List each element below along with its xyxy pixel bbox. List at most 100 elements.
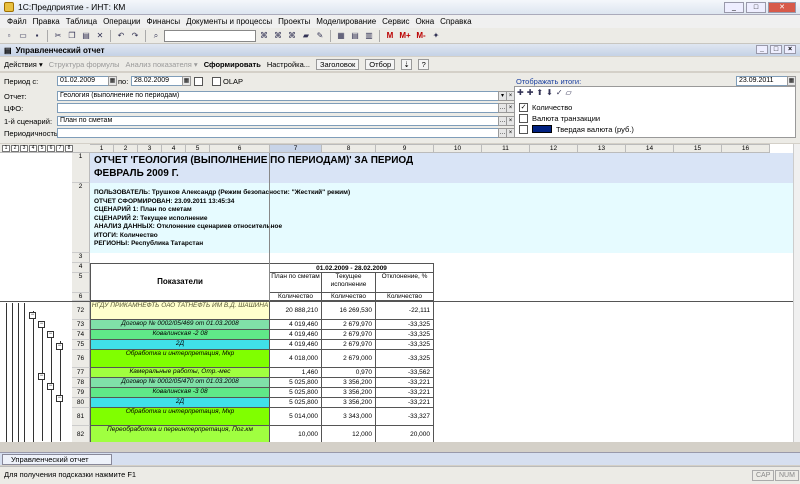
save-icon[interactable]: ▪ <box>31 30 43 42</box>
column-header[interactable]: 1 <box>90 144 114 153</box>
report-spreadsheet[interactable]: 12345678 1 2 3 4 5 6 7 8 9 10 11 12 13 14 15 16 − − − − − − −… <box>0 144 793 442</box>
column-header[interactable]: 13 <box>578 144 626 153</box>
group-level-button[interactable]: 8 <box>65 144 73 152</box>
maximize-button[interactable]: □ <box>746 2 766 13</box>
column-header[interactable]: 14 <box>626 144 674 153</box>
find-prev-icon[interactable]: ⌘ <box>286 30 298 42</box>
column-header[interactable]: 9 <box>376 144 434 153</box>
menu-item[interactable]: Файл <box>4 17 30 26</box>
column-header[interactable]: 10 <box>434 144 482 153</box>
column-header[interactable]: 6 <box>210 144 270 153</box>
olap-checkbox[interactable] <box>212 77 221 86</box>
select-button[interactable]: Отбор <box>365 58 396 70</box>
undo-icon[interactable]: ↶ <box>115 30 127 42</box>
column-header[interactable]: 2 <box>114 144 138 153</box>
group-level-button[interactable]: 4 <box>29 144 37 152</box>
copy-icon[interactable]: ❐ <box>66 30 78 42</box>
column-header[interactable]: 4 <box>162 144 186 153</box>
group-level-button[interactable]: 3 <box>20 144 28 152</box>
transaction-currency-checkbox[interactable] <box>519 113 528 123</box>
menu-item[interactable]: Документы и процессы <box>183 17 275 26</box>
collapse-toggle[interactable]: − <box>29 312 36 319</box>
collapse-toggle[interactable]: − <box>47 383 54 390</box>
column-header[interactable]: 3 <box>138 144 162 153</box>
minimize-button[interactable]: _ <box>724 2 744 13</box>
collapse-toggle[interactable]: − <box>56 395 63 402</box>
collapse-toggle[interactable]: − <box>38 373 45 380</box>
close-button[interactable]: ✕ <box>768 2 796 13</box>
menu-item[interactable]: Операции <box>100 17 143 26</box>
collapse-toggle[interactable]: − <box>56 343 63 350</box>
help-button[interactable]: ? <box>418 58 430 70</box>
settings-icon[interactable]: ✎ <box>314 30 326 42</box>
doc-minimize-button[interactable]: _ <box>756 45 768 54</box>
find-next-icon[interactable]: ⌘ <box>272 30 284 42</box>
date-from-input[interactable]: 01.02.2009 <box>57 76 109 86</box>
menu-item[interactable]: Правка <box>30 17 63 26</box>
folder-icon[interactable]: ▰ <box>300 30 312 42</box>
doc-icon[interactable]: ▤ <box>349 30 361 42</box>
paste-icon[interactable]: ▤ <box>80 30 92 42</box>
column-header[interactable]: 5 <box>186 144 210 153</box>
move-up-icon[interactable]: ⬆ <box>536 88 543 97</box>
group-level-button[interactable]: 6 <box>47 144 55 152</box>
quantity-checkbox[interactable]: ✓ <box>519 102 528 112</box>
menu-item[interactable]: Проекты <box>275 17 313 26</box>
binoculars-icon[interactable]: ⌘ <box>258 30 270 42</box>
actions-menu[interactable]: Действия ▾ <box>4 60 43 69</box>
doc-maximize-button[interactable]: □ <box>770 45 782 54</box>
calendar-to-button[interactable]: ▦ <box>182 76 191 86</box>
group-level-button[interactable]: 5 <box>38 144 46 152</box>
menu-item[interactable]: Сервис <box>379 17 412 26</box>
totals-calendar-button[interactable]: ▦ <box>787 76 796 86</box>
find-icon[interactable]: ⌕ <box>150 30 162 42</box>
task-tab-report[interactable]: Управленческий отчет <box>2 454 112 465</box>
menu-item[interactable]: Финансы <box>144 17 184 26</box>
add-total-icon[interactable]: ✚ <box>517 88 524 97</box>
column-header[interactable]: 16 <box>722 144 770 153</box>
group-level-button[interactable]: 7 <box>56 144 64 152</box>
column-header[interactable]: 12 <box>530 144 578 153</box>
menu-item[interactable]: Моделирование <box>313 17 379 26</box>
calendar-icon[interactable]: ▥ <box>363 30 375 42</box>
hard-currency-checkbox[interactable] <box>519 124 528 134</box>
move-down-icon[interactable]: ⬇ <box>546 88 553 97</box>
new-doc-icon[interactable]: ▫ <box>3 30 15 42</box>
cut-icon[interactable]: ✂ <box>52 30 64 42</box>
column-header[interactable]: 7 <box>270 144 322 153</box>
vertical-scrollbar[interactable] <box>793 144 800 442</box>
filter-icon[interactable]: ⇣ <box>401 58 413 70</box>
menu-item[interactable]: Справка <box>437 17 474 26</box>
generate-button[interactable]: Сформировать <box>204 60 261 69</box>
collapse-toggle[interactable]: − <box>47 331 54 338</box>
column-header[interactable]: 11 <box>482 144 530 153</box>
uncheck-all-icon[interactable]: ▱ <box>566 88 572 97</box>
group-level-button[interactable]: 1 <box>2 144 10 152</box>
periodicity-input[interactable] <box>57 128 499 138</box>
doc-close-button[interactable]: × <box>784 45 796 54</box>
total-item-quantity[interactable]: ✓ Количество <box>519 102 572 112</box>
menu-item[interactable]: Таблица <box>63 17 100 26</box>
search-input[interactable] <box>164 29 256 42</box>
open-icon[interactable]: ▭ <box>17 30 29 42</box>
column-header[interactable]: 8 <box>322 144 376 153</box>
header-button[interactable]: Заголовок <box>316 58 360 70</box>
report-select[interactable]: Геология (выполнение по периодам) <box>57 91 499 101</box>
total-item-transaction-currency[interactable]: Валюта транзакции <box>519 113 600 123</box>
calendar-from-button[interactable]: ▦ <box>108 76 117 86</box>
total-item-hard-currency[interactable]: Твердая валюта (руб.) <box>519 124 634 134</box>
date-to-input[interactable]: 28.02.2009 <box>131 76 183 86</box>
memory-button[interactable]: M <box>384 30 396 42</box>
analysis-button[interactable]: Анализ показателя ▾ <box>126 60 198 69</box>
cfo-input[interactable] <box>57 103 499 113</box>
collapse-toggle[interactable]: − <box>38 321 45 328</box>
settings-button[interactable]: Настройка... <box>267 60 310 69</box>
menu-item[interactable]: Окна <box>413 17 438 26</box>
table-icon[interactable]: ▦ <box>335 30 347 42</box>
scenario-input[interactable]: План по сметам <box>57 116 499 126</box>
tools-icon[interactable]: ✦ <box>430 30 442 42</box>
delete-icon[interactable]: ✕ <box>94 30 106 42</box>
add-group-icon[interactable]: ✚ <box>527 88 534 97</box>
formula-structure-button[interactable]: Структура формулы <box>49 60 120 69</box>
totals-date-input[interactable]: 23.09.2011 <box>736 76 788 86</box>
